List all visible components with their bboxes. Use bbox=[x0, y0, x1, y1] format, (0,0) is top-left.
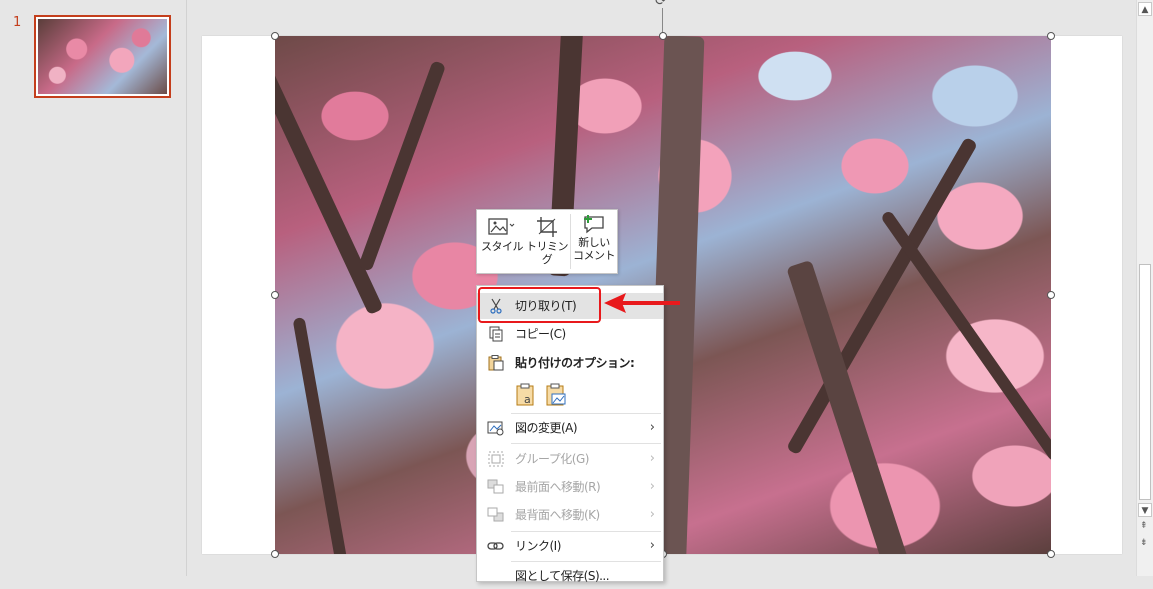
svg-text:a: a bbox=[524, 393, 531, 406]
menu-item-paste-options: 貼り付けのオプション: bbox=[477, 350, 663, 376]
vertical-scrollbar[interactable]: ▲ ▼ ⇞ ⇟ bbox=[1136, 0, 1153, 576]
crop-button[interactable]: トリミング bbox=[524, 210, 570, 273]
link-icon bbox=[487, 542, 504, 550]
toolbar-separator bbox=[570, 214, 571, 269]
chevron-right-icon: › bbox=[649, 479, 655, 494]
group-icon bbox=[488, 451, 504, 467]
new-comment-button[interactable]: 新しい コメント bbox=[572, 210, 616, 273]
menu-label-bring-to-front: 最前面へ移動(R) bbox=[515, 480, 601, 494]
new-comment-label-1: 新しい bbox=[578, 236, 610, 249]
chevron-right-icon: › bbox=[649, 451, 655, 466]
menu-item-copy[interactable]: コピー(C) bbox=[477, 321, 663, 347]
next-slide-icon[interactable]: ⇟ bbox=[1140, 539, 1148, 548]
slide-thumbnail-pane: 1 bbox=[0, 0, 187, 576]
menu-item-link[interactable]: リンク(I) › bbox=[477, 533, 663, 559]
menu-separator bbox=[511, 413, 661, 414]
resize-handle-right[interactable] bbox=[1047, 291, 1055, 299]
style-label: スタイル bbox=[481, 240, 524, 253]
slide-thumbnail[interactable] bbox=[34, 15, 171, 98]
style-button[interactable]: スタイル bbox=[479, 210, 525, 273]
menu-label-group: グループ化(G) bbox=[515, 452, 589, 466]
menu-item-save-as-picture[interactable]: 図として保存(S)... bbox=[477, 563, 663, 589]
menu-label-link: リンク(I) bbox=[515, 539, 561, 553]
chevron-right-icon: › bbox=[649, 507, 655, 522]
crop-label: トリミング bbox=[526, 240, 569, 266]
resize-handle-left[interactable] bbox=[271, 291, 279, 299]
new-comment-icon bbox=[584, 215, 604, 234]
chevron-right-icon: › bbox=[649, 420, 655, 435]
menu-separator bbox=[511, 561, 661, 562]
previous-slide-icon[interactable]: ⇞ bbox=[1140, 522, 1148, 531]
menu-separator bbox=[511, 443, 661, 444]
menu-label-change-picture: 図の変更(A) bbox=[515, 421, 578, 435]
thumbnail-image bbox=[38, 19, 167, 94]
resize-handle-top[interactable] bbox=[659, 32, 667, 40]
menu-label-send-to-back: 最背面へ移動(K) bbox=[515, 508, 600, 522]
menu-separator bbox=[511, 531, 661, 532]
change-picture-icon bbox=[487, 421, 504, 436]
resize-handle-top-left[interactable] bbox=[271, 32, 279, 40]
paste-keep-text-icon[interactable]: a bbox=[515, 383, 537, 407]
red-arrow-annotation bbox=[604, 293, 680, 313]
paste-icon bbox=[488, 355, 504, 371]
menu-label-paste-options: 貼り付けのオプション: bbox=[515, 356, 635, 370]
menu-item-send-to-back[interactable]: 最背面へ移動(K) › bbox=[477, 502, 663, 528]
menu-label-save-as-picture: 図として保存(S)... bbox=[515, 569, 610, 583]
slide-number: 1 bbox=[13, 15, 22, 30]
menu-label-copy: コピー(C) bbox=[515, 327, 566, 341]
bring-front-icon bbox=[487, 479, 504, 494]
resize-handle-top-right[interactable] bbox=[1047, 32, 1055, 40]
resize-handle-bottom-right[interactable] bbox=[1047, 550, 1055, 558]
copy-icon bbox=[489, 326, 503, 342]
send-back-icon bbox=[487, 507, 504, 522]
chevron-right-icon: › bbox=[649, 538, 655, 553]
scroll-down-icon[interactable]: ▼ bbox=[1138, 503, 1152, 517]
new-comment-label-2: コメント bbox=[573, 249, 616, 262]
scroll-up-icon[interactable]: ▲ bbox=[1138, 2, 1152, 16]
rotate-icon[interactable]: ⟳ bbox=[655, 0, 669, 8]
scrollbar-thumb[interactable] bbox=[1139, 264, 1151, 500]
resize-handle-bottom-left[interactable] bbox=[271, 550, 279, 558]
paste-picture-icon[interactable] bbox=[545, 383, 567, 407]
context-menu: 切り取り(T) コピー(C) 貼り付けのオプション: a 図の変更(A) › グ… bbox=[476, 285, 664, 583]
highlight-box bbox=[478, 287, 601, 323]
crop-icon bbox=[537, 217, 557, 237]
menu-item-group[interactable]: グループ化(G) › bbox=[477, 446, 663, 472]
menu-item-change-picture[interactable]: 図の変更(A) › bbox=[477, 415, 663, 441]
mini-toolbar: スタイル トリミング 新しい コメント bbox=[476, 209, 618, 274]
style-icon bbox=[488, 218, 515, 235]
menu-item-bring-to-front[interactable]: 最前面へ移動(R) › bbox=[477, 474, 663, 500]
